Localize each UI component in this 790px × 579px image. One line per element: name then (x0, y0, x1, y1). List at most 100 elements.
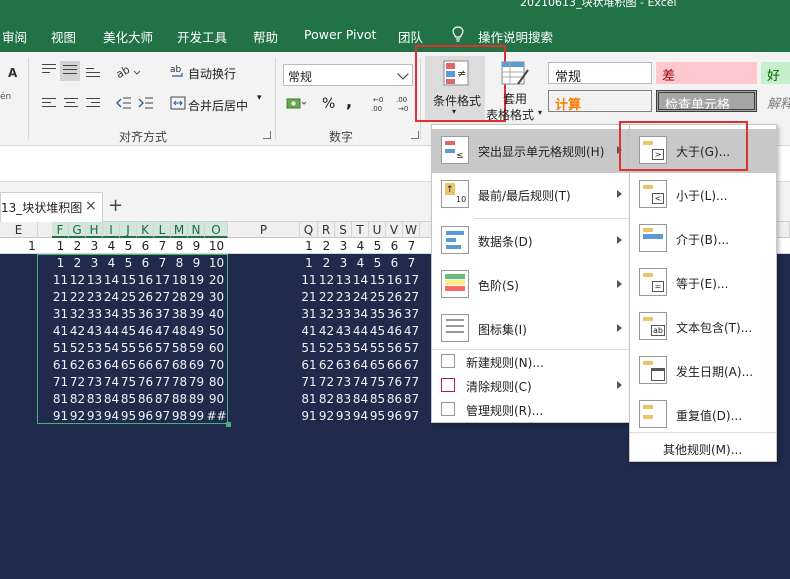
grid-cell[interactable]: 43 (335, 324, 352, 338)
grid-cell[interactable]: 36 (386, 307, 403, 321)
grid-cell[interactable]: 67 (403, 358, 420, 372)
grid-cell[interactable]: 33 (335, 307, 352, 321)
column-header-cell[interactable]: H (86, 222, 103, 238)
grid-cell[interactable]: 6 (386, 256, 403, 270)
grid-cell[interactable]: 57 (403, 341, 420, 355)
grid-cell[interactable]: 44 (352, 324, 369, 338)
menu-item-highlight-rules[interactable]: ≤ 突出显示单元格规则(H) (432, 129, 631, 173)
table-format-icon[interactable] (500, 60, 530, 88)
submenu-item-between[interactable]: 介于(B)... (630, 217, 776, 261)
grid-cell[interactable]: 74 (352, 375, 369, 389)
column-header-cell[interactable]: K (137, 222, 154, 238)
submenu-item-text-contains[interactable]: ab 文本包含(T)... (630, 305, 776, 349)
grid-cell[interactable]: 83 (335, 392, 352, 406)
grid-cell[interactable]: 17 (403, 273, 420, 287)
grid-cell[interactable]: 51 (300, 341, 318, 355)
grid-cell[interactable]: 47 (403, 324, 420, 338)
grid-cell[interactable]: 21 (300, 290, 318, 304)
grid-cell[interactable]: 13 (335, 273, 352, 287)
merge-dropdown-icon[interactable]: ▾ (257, 93, 262, 103)
column-header-cell[interactable]: E (0, 222, 38, 238)
header-cell[interactable]: 7 (154, 239, 171, 253)
grid-cell[interactable]: 56 (386, 341, 403, 355)
grid-cell[interactable]: 93 (335, 409, 352, 423)
header-cell[interactable]: 4 (103, 239, 120, 253)
grid-cell[interactable]: 54 (352, 341, 369, 355)
column-header-cell[interactable]: W (403, 222, 420, 238)
header-cell[interactable]: 5 (369, 239, 386, 253)
tab-help[interactable]: 帮助 (253, 27, 278, 46)
style-good[interactable]: 好 (761, 62, 790, 84)
grid-cell[interactable]: 72 (318, 375, 335, 389)
grid-cell[interactable]: 86 (386, 392, 403, 406)
header-cell[interactable]: 6 (137, 239, 154, 253)
grid-cell[interactable]: 5 (369, 256, 386, 270)
row-number[interactable]: 1 (26, 239, 38, 253)
grid-cell[interactable]: 53 (335, 341, 352, 355)
align-middle-icon[interactable] (60, 61, 80, 81)
grid-cell[interactable]: 62 (318, 358, 335, 372)
increase-decimal-icon[interactable]: ←0 .00 (370, 95, 392, 113)
menu-item-clear-rules[interactable]: 清除规则(C) (432, 374, 631, 396)
grid-cell[interactable]: 14 (352, 273, 369, 287)
column-header-cell[interactable]: G (69, 222, 86, 238)
tab-team[interactable]: 团队 (398, 27, 423, 46)
table-format-label-2[interactable]: 表格格式 (486, 106, 534, 123)
grid-cell[interactable]: 7 (403, 256, 420, 270)
menu-item-data-bars[interactable]: 数据条(D) (432, 219, 631, 263)
grid-cell[interactable]: 12 (318, 273, 335, 287)
align-right-icon[interactable] (86, 98, 100, 110)
tab-view[interactable]: 视图 (51, 27, 76, 46)
submenu-item-less-than[interactable]: < 小于(L)... (630, 173, 776, 217)
column-header-cell[interactable]: Q (300, 222, 318, 238)
align-left-icon[interactable] (42, 98, 56, 110)
grid-cell[interactable]: 46 (386, 324, 403, 338)
header-cell[interactable]: 3 (335, 239, 352, 253)
grid-cell[interactable]: 42 (318, 324, 335, 338)
number-format-select[interactable]: 常规 (283, 64, 413, 86)
grid-cell[interactable]: 64 (352, 358, 369, 372)
tab-beautify[interactable]: 美化大师 (103, 27, 153, 46)
header-cell[interactable]: 10 (205, 239, 228, 253)
decrease-indent-icon[interactable] (116, 96, 132, 110)
number-launcher-icon[interactable] (411, 131, 419, 139)
font-size-up-icon[interactable]: A (8, 66, 17, 80)
close-icon[interactable]: × (85, 198, 97, 214)
grid-cell[interactable]: 24 (352, 290, 369, 304)
menu-item-color-scales[interactable]: 色阶(S) (432, 263, 631, 307)
align-center-icon[interactable] (64, 98, 78, 110)
orientation-icon[interactable]: ab (116, 64, 142, 80)
grid-cell[interactable]: 35 (369, 307, 386, 321)
grid-cell[interactable]: 4 (352, 256, 369, 270)
column-header-cell[interactable]: R (318, 222, 335, 238)
submenu-item-date-occurring[interactable]: 发生日期(A)... (630, 349, 776, 393)
header-cell[interactable]: 2 (69, 239, 86, 253)
header-cell[interactable]: 8 (171, 239, 188, 253)
percent-button[interactable]: % (322, 96, 335, 112)
grid-cell[interactable]: 2 (318, 256, 335, 270)
tab-developer[interactable]: 开发工具 (177, 27, 227, 46)
grid-cell[interactable]: 75 (369, 375, 386, 389)
header-cell[interactable]: 3 (86, 239, 103, 253)
increase-indent-icon[interactable] (138, 96, 154, 110)
merge-center-icon[interactable] (170, 96, 186, 110)
header-cell[interactable]: 1 (300, 239, 318, 253)
grid-cell[interactable]: 63 (335, 358, 352, 372)
tab-power-pivot[interactable]: Power Pivot (304, 27, 376, 42)
grid-cell[interactable]: 41 (300, 324, 318, 338)
grid-cell[interactable]: 22 (318, 290, 335, 304)
grid-cell[interactable]: 25 (369, 290, 386, 304)
grid-cell[interactable]: 85 (369, 392, 386, 406)
table-format-label-1[interactable]: 套用 (503, 90, 527, 107)
grid-cell[interactable]: 45 (369, 324, 386, 338)
grid-cell[interactable]: 94 (352, 409, 369, 423)
header-cell[interactable]: 7 (403, 239, 420, 253)
currency-icon[interactable] (286, 97, 308, 111)
decrease-decimal-icon[interactable]: .00 →0 (395, 95, 417, 113)
align-top-icon[interactable] (42, 64, 56, 76)
grid-cell[interactable]: 71 (300, 375, 318, 389)
submenu-item-more-rules[interactable]: 其他规则(M)... (630, 437, 776, 459)
style-explanatory[interactable]: 解释 (761, 90, 790, 112)
style-calculation[interactable]: 计算 (548, 90, 652, 112)
grid-cell[interactable]: 96 (386, 409, 403, 423)
